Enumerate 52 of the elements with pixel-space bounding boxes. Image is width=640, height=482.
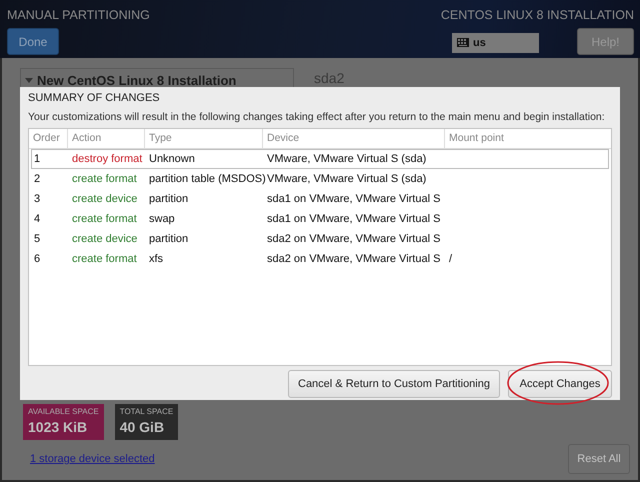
table-cell-text: sda1 on VMware, VMware Virtual S — [266, 212, 442, 227]
table-row[interactable]: 6 create format xfs sda2 on VMware, VMware Virtual S / — [31, 249, 609, 269]
column-header[interactable]: Mount point — [444, 129, 611, 148]
keyboard-layout-field[interactable]: us — [452, 32, 539, 52]
accept-button[interactable]: Accept Changes — [508, 370, 612, 398]
table-cell-text: 3 — [33, 192, 42, 207]
table-cell-text: sda2 on VMware, VMware Virtual S — [266, 252, 442, 267]
table-cell-text: create format — [71, 252, 138, 267]
table-cell-text: swap — [148, 212, 176, 227]
storage-link[interactable]: 1 storage device selected — [30, 453, 155, 465]
column-header[interactable]: Type — [144, 129, 262, 148]
column-header[interactable]: Device — [262, 129, 444, 148]
reset-all-button[interactable]: Reset All — [568, 444, 630, 474]
table-cell-text: 6 — [33, 252, 42, 267]
table-cell-text: VMware, VMware Virtual S (sda) — [266, 152, 428, 167]
page-title: MANUAL PARTITIONING — [7, 8, 150, 22]
table-cell-text: destroy format — [71, 152, 144, 167]
table-cell-text: Unknown — [148, 152, 196, 167]
table-cell-text: 1 — [33, 152, 42, 167]
table-cell-text: create device — [71, 232, 138, 247]
table-cell-text: 5 — [33, 232, 42, 247]
table-row[interactable]: 5 create device partition sda2 on VMware, VMware Virtual S — [31, 229, 609, 249]
done-button[interactable]: Done — [7, 28, 59, 55]
table-row[interactable]: 3 create device partition sda1 on VMware, VMware Virtual S — [31, 189, 609, 209]
table-cell-text: partition — [148, 192, 190, 207]
table-cell-text: create device — [71, 192, 138, 207]
table-cell-text: create format — [71, 172, 138, 187]
product-title: CENTOS LINUX 8 INSTALLATION — [440, 8, 634, 22]
table-cell-text: / — [448, 252, 454, 267]
dialog-title: SUMMARY OF CHANGES — [28, 91, 161, 105]
table-cell-text: xfs — [148, 252, 164, 267]
table-cell-text: sda1 on VMware, VMware Virtual S — [266, 192, 442, 207]
tile-value: 1023 KiB — [28, 418, 88, 437]
table-cell-text: VMware, VMware Virtual S (sda) — [266, 172, 428, 187]
table-cell-text: create format — [71, 212, 138, 227]
table-cell-text: 4 — [33, 212, 42, 227]
selected-table-row[interactable]: 1 destroy format Unknown VMware, VMware Virtual S (sda) — [31, 149, 609, 169]
column-header[interactable]: Action — [67, 129, 144, 148]
table-cell-text: 2 — [33, 172, 42, 187]
dialog-description: Your customizations will result in the following changes taking effect after you return to the main menu and begin installation: — [28, 110, 606, 124]
table-cell-text: partition — [148, 232, 190, 247]
column-header[interactable]: Order — [29, 129, 67, 148]
tile-label: TOTAL SPACE — [120, 407, 174, 417]
table-cell-text: partition table (MSDOS) — [148, 172, 265, 187]
tile-value: 40 GiB — [120, 418, 166, 437]
table-row[interactable]: 4 create format swap sda1 on VMware, VMware Virtual S — [31, 209, 609, 229]
tile-label: AVAILABLE SPACE — [28, 407, 99, 417]
table-cell-text: sda2 on VMware, VMware Virtual S — [266, 232, 442, 247]
collapse-triangle-icon — [25, 78, 33, 82]
table-row[interactable]: 2 create format partition table (MSDOS)VMware, VMware Virtual S (sda) — [31, 169, 609, 189]
cancel-button[interactable]: Cancel & Return to Custom Partitioning — [288, 370, 500, 398]
keyboard-icon — [457, 38, 469, 47]
